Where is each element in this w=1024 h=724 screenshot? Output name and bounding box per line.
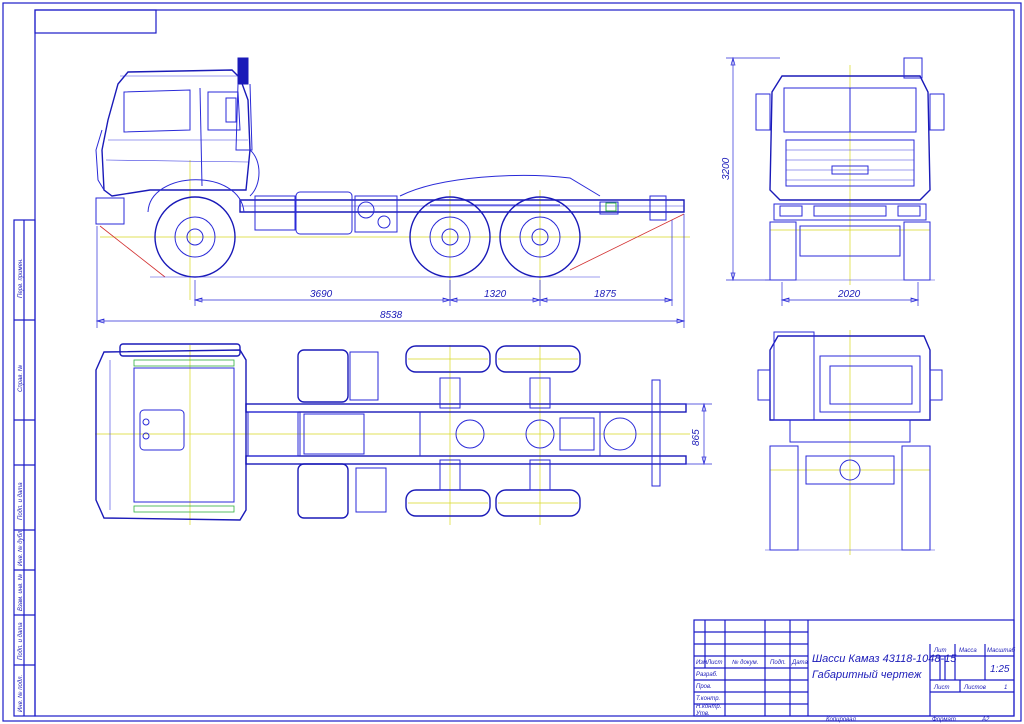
rear-coupling xyxy=(605,202,617,212)
title-block: Изм Лист № докум. Подп. Дата Разраб. Про… xyxy=(693,619,1016,717)
tb-doc: № докум. xyxy=(732,659,758,666)
drawing-sheet: Перв. примен. Справ. № Подп. и дата Инв.… xyxy=(0,0,1024,724)
top-view xyxy=(95,343,690,525)
outer-frame xyxy=(2,2,1022,722)
tb-col-scale: Масштаб xyxy=(987,648,1016,654)
dim-height: 3200 xyxy=(721,157,732,180)
exhaust-stack xyxy=(237,57,249,85)
drawing-canvas: Перв. примен. Справ. № Подп. и дата Инв.… xyxy=(2,2,1022,723)
front-view xyxy=(755,57,945,285)
stamp-vzam-inv: Взам. инв. № xyxy=(17,573,24,611)
rear-view xyxy=(757,330,943,555)
tb-tkontr: Т.контр. xyxy=(696,696,720,702)
tb-nkontr: Н.контр. xyxy=(696,704,721,710)
dim-rear-overhang: 1875 xyxy=(594,289,617,300)
tb-podp: Подп. xyxy=(770,660,786,666)
side-stamp: Перв. примен. Справ. № Подп. и дата Инв.… xyxy=(13,219,36,717)
tb-scale-value: 1:25 xyxy=(990,664,1010,675)
tb-data: Дата xyxy=(791,660,808,666)
tb-prov: Пров. xyxy=(696,684,712,690)
dim-track-width: 2020 xyxy=(837,289,861,300)
tb-sheet: Лист xyxy=(933,685,949,691)
exhaust-top xyxy=(903,57,923,79)
drawing-name-line2: Габаритный чертеж xyxy=(812,669,922,681)
tb-sheets-value: 1 xyxy=(1004,685,1007,691)
tb-sheets: Листов xyxy=(963,685,986,691)
tb-izm: Изм xyxy=(696,660,707,666)
stamp-podp-data-2: Подп. и дата xyxy=(18,622,24,660)
dim-overall-length: 8538 xyxy=(380,310,403,321)
tb-list-col: Лист xyxy=(706,660,722,666)
top-left-box xyxy=(34,9,157,34)
tb-col-mass: Масса xyxy=(959,648,977,654)
tb-col-lit: Лит xyxy=(933,648,946,654)
format-label: Формат xyxy=(932,717,956,723)
drawing-name-line1: Шасси Камаз 43118-1048-15 xyxy=(812,653,957,665)
dim-bogie: 1320 xyxy=(484,289,507,300)
tb-utv: Утв. xyxy=(695,711,710,717)
stamp-podp-data-1: Подп. и дата xyxy=(18,482,24,520)
side-view xyxy=(95,57,690,300)
front-view-dimensions: 3200 2020 xyxy=(721,56,920,306)
inner-frame xyxy=(34,9,1015,717)
stamp-sprav-no: Справ. № xyxy=(17,364,24,392)
side-view-dimensions: 3690 1320 1875 8538 xyxy=(95,214,686,328)
stamp-perv-primen: Перв. примен. xyxy=(18,258,24,298)
stamp-inv-podl: Инв. № подл. xyxy=(17,675,24,712)
dim-wheelbase: 3690 xyxy=(310,289,333,300)
dim-frame-width: 865 xyxy=(691,429,702,446)
copied-label: Копировал xyxy=(826,717,856,723)
format-value: А2 xyxy=(981,717,990,723)
tb-razrab: Разраб. xyxy=(696,672,718,678)
stamp-inv-dubl: Инв. № дубл. xyxy=(17,529,24,566)
